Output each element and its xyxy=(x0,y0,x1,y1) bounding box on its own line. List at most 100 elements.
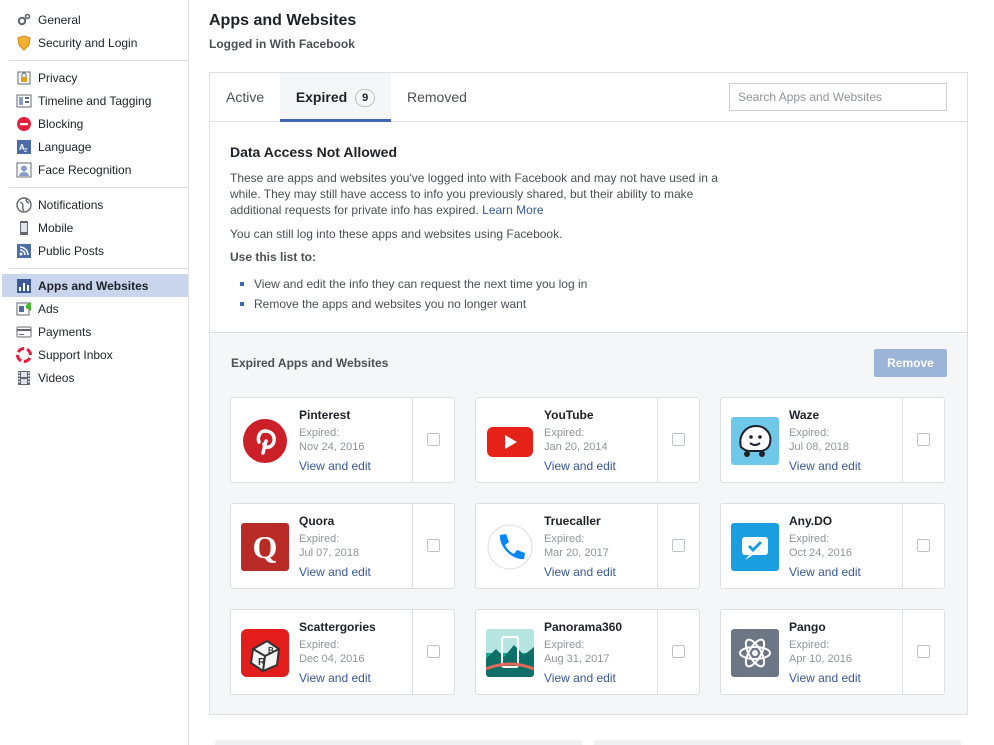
view-and-edit-link[interactable]: View and edit xyxy=(789,671,861,685)
blocking-icon xyxy=(16,116,32,132)
list-item: View and edit the info they can request … xyxy=(230,274,947,294)
quora-icon: Q xyxy=(241,523,289,571)
remove-button[interactable]: Remove xyxy=(874,349,947,377)
sidebar-item-label: Security and Login xyxy=(38,35,138,50)
card-divider xyxy=(657,504,658,588)
sidebar-item-mobile[interactable]: Mobile xyxy=(9,216,188,239)
truecaller-icon xyxy=(486,523,534,571)
view-and-edit-link[interactable]: View and edit xyxy=(544,671,616,685)
app-card: Pango Expired: Apr 10, 2016 View and edi… xyxy=(720,609,945,695)
info-text: These are apps and websites you've logge… xyxy=(230,171,718,217)
select-checkbox[interactable] xyxy=(672,645,685,658)
globe-icon xyxy=(16,196,32,213)
pango-icon xyxy=(731,629,779,677)
sidebar-item-notifications[interactable]: Notifications xyxy=(9,193,188,216)
info-section: Data Access Not Allowed These are apps a… xyxy=(210,122,967,333)
app-name: Waze xyxy=(789,408,820,422)
view-and-edit-link[interactable]: View and edit xyxy=(789,459,861,473)
select-checkbox[interactable] xyxy=(672,433,685,446)
app-card: Pinterest Expired: Nov 24, 2016 View and… xyxy=(230,397,455,483)
apps-icon xyxy=(16,278,32,294)
nav-group-notifications: Notifications Mobile Public Posts xyxy=(9,188,188,269)
sidebar-item-label: Public Posts xyxy=(38,243,105,258)
view-and-edit-link[interactable]: View and edit xyxy=(299,459,371,473)
view-and-edit-link[interactable]: View and edit xyxy=(299,565,371,579)
app-card: Panorama360 Expired: Aug 31, 2017 View a… xyxy=(475,609,700,695)
select-checkbox[interactable] xyxy=(917,433,930,446)
app-card: Q Quora Expired: Jul 07, 2018 View and e… xyxy=(230,503,455,589)
apps-panel: Active Expired 9 Removed Data Access Not … xyxy=(209,72,968,715)
page-title: Apps and Websites xyxy=(209,12,357,29)
sidebar-item-videos[interactable]: Videos xyxy=(9,366,188,389)
sidebar-item-timeline[interactable]: Timeline and Tagging xyxy=(9,89,188,112)
expired-date: Mar 20, 2017 xyxy=(544,547,609,559)
card-divider xyxy=(412,398,413,482)
view-and-edit-link[interactable]: View and edit xyxy=(544,565,616,579)
select-checkbox[interactable] xyxy=(917,645,930,658)
nav-group-apps: Apps and Websites Ads Payments Support I… xyxy=(2,269,188,395)
card-divider xyxy=(902,504,903,588)
sidebar-item-support-inbox[interactable]: Support Inbox xyxy=(9,343,188,366)
expired-label: Expired: xyxy=(789,639,830,651)
expired-label: Expired: xyxy=(544,427,585,439)
sidebar-item-privacy[interactable]: Privacy xyxy=(9,66,188,89)
tab-removed[interactable]: Removed xyxy=(407,73,467,122)
expired-date: Nov 24, 2016 xyxy=(299,441,365,453)
search-input[interactable] xyxy=(729,83,947,111)
select-checkbox[interactable] xyxy=(427,539,440,552)
rss-icon xyxy=(16,243,32,259)
sidebar-item-label: Language xyxy=(38,139,92,154)
tab-expired[interactable]: Expired 9 xyxy=(280,73,391,122)
mobile-icon xyxy=(16,220,32,236)
learn-more-link[interactable]: Learn More xyxy=(482,203,543,217)
sidebar-item-label: Ads xyxy=(38,301,59,316)
bottom-card-stub xyxy=(594,740,961,745)
view-and-edit-link[interactable]: View and edit xyxy=(544,459,616,473)
language-icon: Az xyxy=(16,139,32,155)
sidebar-item-public-posts[interactable]: Public Posts xyxy=(9,239,188,262)
gears-icon xyxy=(16,12,32,28)
select-checkbox[interactable] xyxy=(672,539,685,552)
lock-icon xyxy=(16,70,32,86)
tab-count-badge: 9 xyxy=(355,89,376,107)
select-checkbox[interactable] xyxy=(427,433,440,446)
expired-label: Expired: xyxy=(299,533,340,545)
select-checkbox[interactable] xyxy=(427,645,440,658)
tab-label: Removed xyxy=(407,89,467,105)
nav-group-privacy: Privacy Timeline and Tagging Blocking Az… xyxy=(9,61,188,188)
tab-active[interactable]: Active xyxy=(226,73,264,122)
sidebar-item-security[interactable]: Security and Login xyxy=(9,31,188,54)
bullet-icon xyxy=(240,282,244,286)
anydo-icon xyxy=(731,523,779,571)
info-paragraph: These are apps and websites you've logge… xyxy=(230,170,725,218)
use-list-title: Use this list to: xyxy=(230,250,317,264)
app-name: YouTube xyxy=(544,408,594,422)
info-paragraph-2: You can still log into these apps and we… xyxy=(230,227,563,241)
select-checkbox[interactable] xyxy=(917,539,930,552)
sidebar-item-label: Support Inbox xyxy=(38,347,113,362)
view-and-edit-link[interactable]: View and edit xyxy=(299,671,371,685)
sidebar-item-face-recognition[interactable]: Face Recognition xyxy=(9,158,188,181)
expired-date: Apr 10, 2016 xyxy=(789,653,852,665)
youtube-icon xyxy=(486,417,534,465)
view-and-edit-link[interactable]: View and edit xyxy=(789,565,861,579)
sidebar-item-label: Timeline and Tagging xyxy=(38,93,152,108)
sidebar-item-language[interactable]: Az Language xyxy=(9,135,188,158)
app-card: Waze Expired: Jul 08, 2018 View and edit xyxy=(720,397,945,483)
app-name: Any.DO xyxy=(789,514,833,528)
ads-icon xyxy=(16,301,32,317)
app-card: Any.DO Expired: Oct 24, 2016 View and ed… xyxy=(720,503,945,589)
list-item: Remove the apps and websites you no long… xyxy=(230,294,947,314)
sidebar-item-blocking[interactable]: Blocking xyxy=(9,112,188,135)
sidebar-item-payments[interactable]: Payments xyxy=(9,320,188,343)
sidebar-item-apps-and-websites[interactable]: Apps and Websites xyxy=(2,274,188,297)
bullet-icon xyxy=(240,302,244,306)
sidebar-item-general[interactable]: General xyxy=(9,8,188,31)
film-icon xyxy=(16,370,32,386)
sidebar-item-ads[interactable]: Ads xyxy=(9,297,188,320)
tab-label: Active xyxy=(226,89,265,105)
sidebar-item-label: Videos xyxy=(38,370,75,385)
app-name: Pinterest xyxy=(299,408,351,422)
tab-bar: Active Expired 9 Removed xyxy=(210,73,967,122)
settings-sidebar: General Security and Login Privacy Timel… xyxy=(0,0,189,745)
